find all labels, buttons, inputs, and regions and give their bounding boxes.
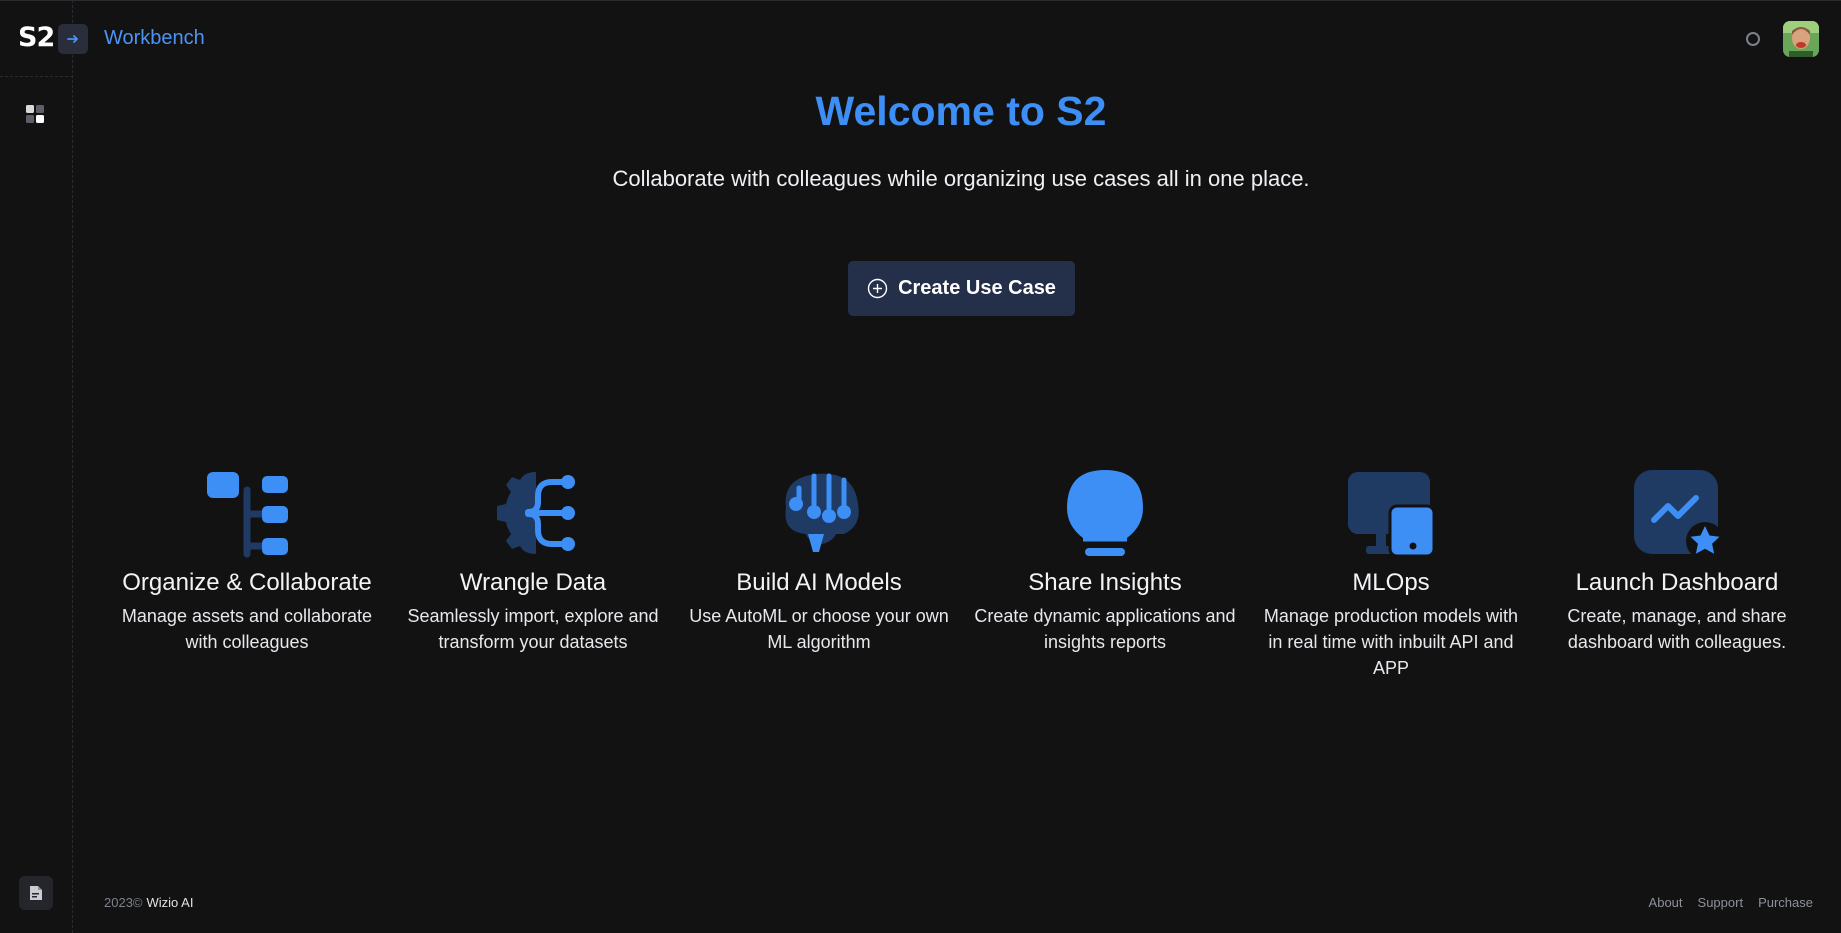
feature-title: Launch Dashboard [1575,569,1779,596]
user-avatar[interactable] [1783,21,1819,57]
hierarchy-icon [207,472,288,558]
welcome-title: Welcome to S2 [815,88,1107,134]
create-use-case-button[interactable]: Create Use Case [848,261,1075,316]
feature-description: Create dynamic applications and insights… [974,606,1236,652]
feature-launch-dashboard[interactable]: Launch Dashboard Create, manage, and sha… [1539,468,1815,655]
feature-title: Wrangle Data [459,569,607,596]
feature-description: Use AutoML or choose your own ML algorit… [689,606,949,652]
copyright-year: 2023© [104,895,143,910]
footer-link-support[interactable]: Support [1698,895,1744,910]
lightbulb-icon [1067,470,1143,556]
gear-network-icon [497,472,575,554]
top-border [0,0,1841,1]
app-title[interactable]: Workbench [104,27,205,50]
avatar-image [1783,21,1819,57]
document-icon [30,886,42,900]
feature-mlops[interactable]: MLOps Manage production models with in r… [1253,468,1529,681]
feature-build-ai-models[interactable]: Build AI Models Use AutoML or choose you… [681,468,957,655]
feature-description: Manage assets and collaborate with colle… [121,606,373,652]
feature-share-insights[interactable]: Share Insights Create dynamic applicatio… [967,468,1243,655]
feature-title: Organize & Collaborate [122,569,372,596]
feature-description: Manage production models with in real ti… [1263,606,1519,678]
feature-title: Build AI Models [736,569,902,596]
feature-title: Share Insights [1028,569,1182,596]
footer-link-purchase[interactable]: Purchase [1758,895,1813,910]
s2-logo[interactable]: S2 [18,22,55,53]
footer-links: About Support Purchase [1649,895,1813,910]
feature-description: Create, manage, and share dashboard with… [1567,606,1787,652]
create-use-case-label: Create Use Case [898,277,1056,299]
search-icon[interactable] [1744,30,1762,48]
feature-organize[interactable]: Organize & Collaborate Manage assets and… [109,468,385,655]
feature-title: MLOps [1352,569,1430,596]
left-sidebar: S2 [0,0,73,933]
footer-link-about[interactable]: About [1649,895,1683,910]
plus-circle-icon [867,278,888,299]
company-name[interactable]: Wizio AI [147,895,194,910]
welcome-subtitle: Collaborate with colleagues while organi… [612,166,1310,191]
footer-copyright: 2023© Wizio AI [104,895,193,910]
monitor-mobile-icon [1348,472,1436,558]
expand-sidebar-button[interactable] [58,24,88,54]
dashboard-star-icon [1634,470,1722,558]
brain-circuit-icon [785,473,859,552]
feature-wrangle-data[interactable]: Wrangle Data Seamlessly import, explore … [395,468,671,655]
documents-button[interactable] [19,876,53,910]
feature-description: Seamlessly import, explore and transform… [407,606,659,652]
arrow-right-icon [67,35,79,43]
